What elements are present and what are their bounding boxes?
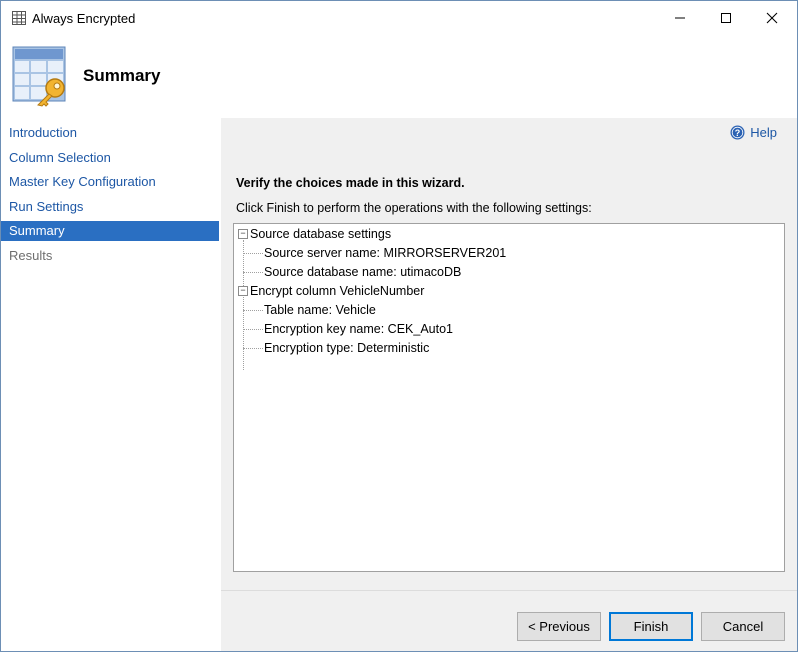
tree-connector <box>243 348 263 349</box>
help-label: Help <box>750 125 777 140</box>
finish-button[interactable]: Finish <box>609 612 693 641</box>
title-bar: Always Encrypted <box>1 1 797 35</box>
maximize-button[interactable] <box>703 1 749 35</box>
previous-button[interactable]: < Previous <box>517 612 601 641</box>
main-panel: ? Help Verify the choices made in this w… <box>221 118 797 651</box>
close-icon <box>766 12 778 24</box>
tree-item-encryption-type[interactable]: Encryption type: Deterministic <box>264 339 429 358</box>
tree-item-encryption-key-name[interactable]: Encryption key name: CEK_Auto1 <box>264 320 453 339</box>
tree-item-source-database-name[interactable]: Source database name: utimacoDB <box>264 263 461 282</box>
page-heading: Summary <box>83 66 161 85</box>
sidebar-item-summary[interactable]: Summary <box>1 221 219 241</box>
close-button[interactable] <box>749 1 795 35</box>
window-title: Always Encrypted <box>32 11 136 26</box>
collapse-toggle-icon[interactable]: − <box>238 286 248 296</box>
wizard-header: Summary <box>1 35 797 117</box>
sidebar-item-column-selection[interactable]: Column Selection <box>1 148 219 168</box>
tree-connector <box>243 272 263 273</box>
sidebar-item-introduction[interactable]: Introduction <box>1 123 219 143</box>
footer-divider <box>221 590 797 591</box>
help-icon: ? <box>730 125 745 140</box>
minimize-icon <box>675 17 685 19</box>
minimize-button[interactable] <box>657 1 703 35</box>
tree-group-encrypt-column[interactable]: Encrypt column VehicleNumber <box>250 282 424 301</box>
encrypted-table-key-icon <box>12 46 66 107</box>
summary-tree[interactable]: − Source database settings Source server… <box>233 223 785 572</box>
table-app-icon <box>12 11 26 25</box>
svg-text:?: ? <box>735 128 741 138</box>
sidebar-item-results: Results <box>9 248 53 263</box>
wizard-window: Always Encrypted Summary Introduction Co… <box>0 0 798 652</box>
tree-item-source-server-name[interactable]: Source server name: MIRRORSERVER201 <box>264 244 506 263</box>
wizard-steps-sidebar: Introduction Column Selection Master Key… <box>1 118 219 651</box>
instruction-text: Click Finish to perform the operations w… <box>236 201 592 215</box>
tree-connector <box>243 297 244 370</box>
tree-connector <box>243 253 263 254</box>
tree-item-table-name[interactable]: Table name: Vehicle <box>264 301 376 320</box>
sidebar-item-master-key-configuration[interactable]: Master Key Configuration <box>1 172 219 192</box>
tree-group-source-database-settings[interactable]: Source database settings <box>250 225 391 244</box>
collapse-toggle-icon[interactable]: − <box>238 229 248 239</box>
sidebar-item-run-settings[interactable]: Run Settings <box>1 197 219 217</box>
tree-connector <box>243 329 263 330</box>
tree-connector <box>243 310 263 311</box>
maximize-icon <box>721 13 731 23</box>
help-link[interactable]: ? Help <box>730 125 777 140</box>
verify-heading: Verify the choices made in this wizard. <box>236 176 465 190</box>
cancel-button[interactable]: Cancel <box>701 612 785 641</box>
